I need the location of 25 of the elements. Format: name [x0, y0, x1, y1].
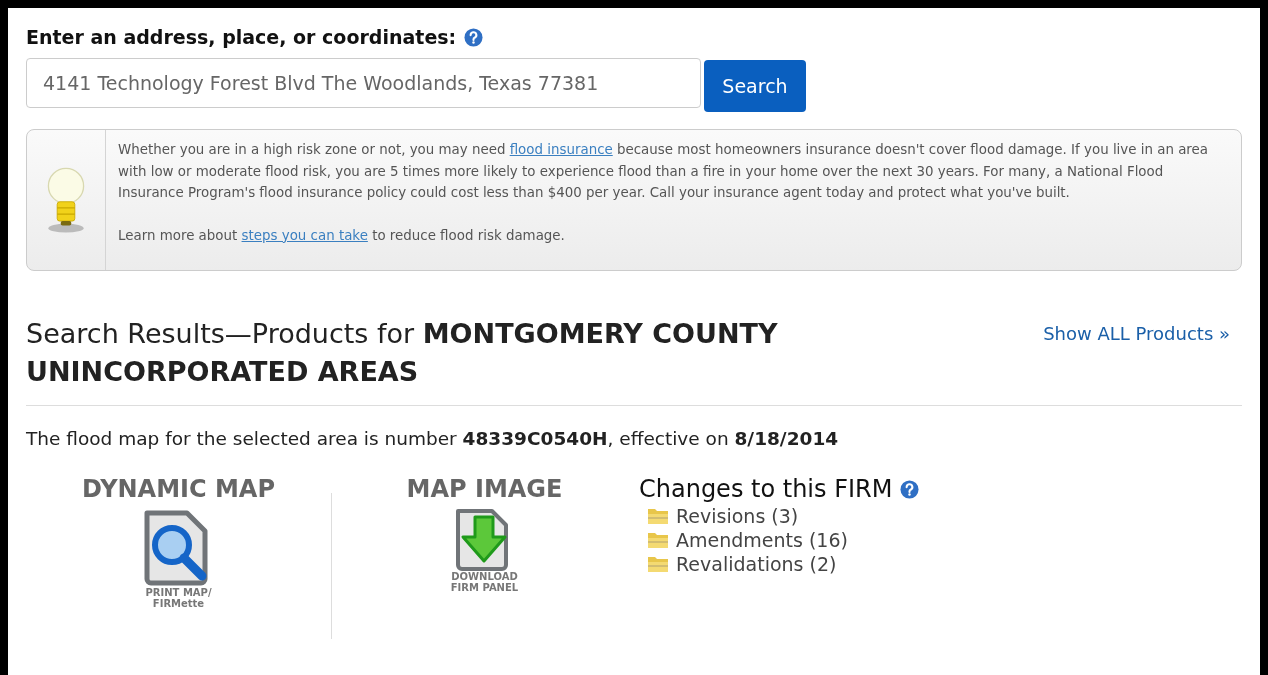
product-icon[interactable]: DOWNLOAD FIRM PANEL	[450, 503, 519, 593]
product-title: DYNAMIC MAP	[81, 475, 275, 503]
changes-item[interactable]: Revisions (3)	[676, 505, 799, 527]
folder-icon	[647, 531, 669, 549]
flood-map-summary: The flood map for the selected area is number 48339C0540H, effective on 8/18/2014	[26, 428, 840, 449]
product-title: MAP IMAGE	[406, 475, 563, 503]
product-caption: DOWNLOAD FIRM PANEL	[450, 571, 519, 593]
changes-title: Changes to this FIRM	[639, 475, 893, 503]
changes-item[interactable]: Revalidations (2)	[676, 553, 837, 575]
search-label: Enter an address, place, or coordinates:	[26, 26, 457, 48]
tip-paragraph: Whether you are in a high risk zone or not, you may need flood insurance because most homeowners insurance doesn't cover flood damage. If you live in an area with low or moderate flood risk, you are 5 times more likely to experience flood than a fire in your home over the next 30 years. For many, a National Flood Insurance Program's flood insurance policy could cost less than $400 per year. Call your insurance agent today and protect what you've built.	[118, 141, 1210, 202]
show-all-link[interactable]: Show ALL Products »	[1043, 323, 1230, 344]
help-icon[interactable]	[464, 27, 484, 47]
changes-item[interactable]: Amendments (16)	[676, 529, 848, 551]
folder-icon	[647, 555, 669, 573]
steps-link[interactable]: steps you can take	[241, 227, 368, 243]
learn-more-text: Learn more about steps you can take to reduce flood risk damage.	[118, 226, 566, 245]
results-heading: Search Results—Products for MONTGOMERY COUNTY UNINCORPORATED AREAS	[26, 317, 779, 389]
folder-icon	[647, 507, 669, 525]
flood-insurance-link[interactable]: flood insurance	[509, 142, 613, 157]
help-icon[interactable]	[900, 479, 920, 499]
product-icon[interactable]: PRINT MAP/ FIRMette	[138, 503, 219, 609]
search-button[interactable]: Search	[704, 60, 806, 112]
product-caption: PRINT MAP/ FIRMette	[145, 587, 212, 609]
address-field[interactable]: 4141 Technology Forest Blvd The Woodlands, Texas 77381	[26, 58, 701, 108]
